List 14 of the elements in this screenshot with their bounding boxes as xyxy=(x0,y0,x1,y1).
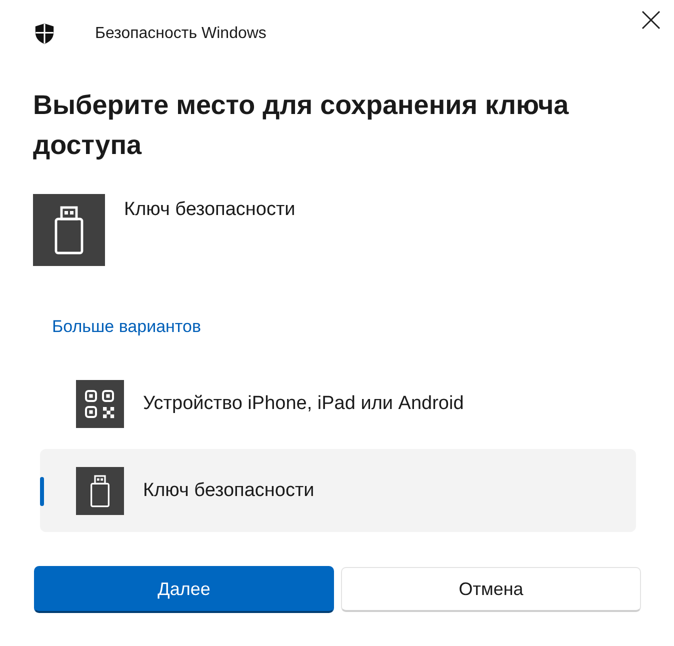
usb-drive-icon xyxy=(33,194,105,266)
next-button[interactable]: Далее xyxy=(34,566,334,613)
cancel-button[interactable]: Отмена xyxy=(341,567,641,612)
selection-indicator xyxy=(40,477,44,506)
dialog-heading: Выберите место для сохранения ключа доступа xyxy=(33,89,570,162)
more-options-link[interactable]: Больше вариантов xyxy=(52,315,201,339)
qr-code-icon xyxy=(76,380,124,428)
chosen-method-label: Ключ безопасности xyxy=(124,198,296,222)
option-item[interactable]: Ключ безопасности xyxy=(40,449,636,532)
usb-drive-icon xyxy=(76,466,124,514)
option-item[interactable]: Устройство iPhone, iPad или Android xyxy=(40,362,636,445)
close-icon[interactable] xyxy=(641,10,661,30)
window-title: Безопасность Windows xyxy=(95,24,266,44)
shield-icon xyxy=(33,22,56,45)
